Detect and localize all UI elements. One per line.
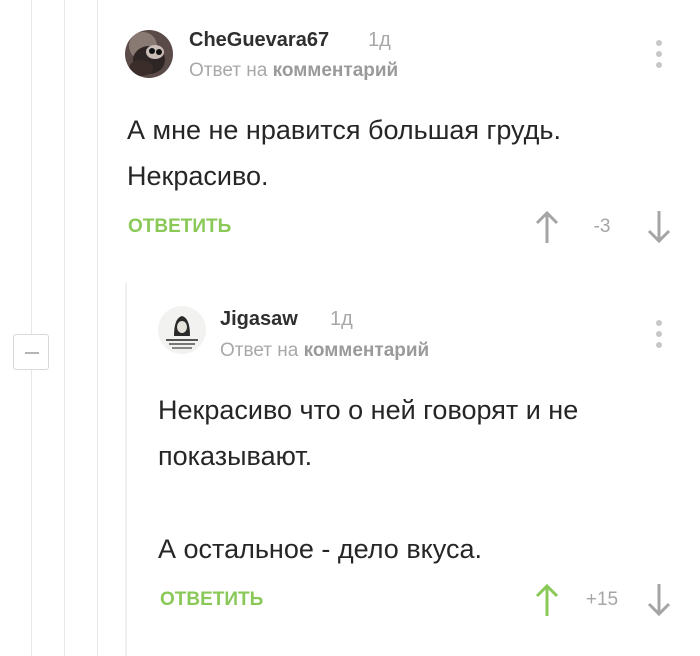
comment-text-line: Некрасиво что о ней говорят и не [158,395,579,425]
collapse-branch-button[interactable] [13,334,49,370]
more-options-icon[interactable] [649,37,669,73]
downvote-arrow-icon[interactable] [646,209,672,245]
comment-rating: -3 [593,216,611,237]
comment-text-line: Некрасиво. [127,161,269,191]
reply-prefix: Ответ на [220,340,299,361]
comment-author[interactable]: Jigasaw [220,308,298,331]
reply-target-link[interactable]: комментарий [304,340,430,361]
upvote-arrow-icon[interactable] [534,209,560,245]
upvote-arrow-icon[interactable] [534,582,560,618]
thread-line-outer [31,0,32,656]
comment-text-line: А остальное - дело вкуса. [158,534,482,564]
reply-button[interactable]: ОТВЕТИТЬ [160,589,263,611]
comment-author[interactable]: CheGuevara67 [189,29,329,52]
more-options-icon[interactable] [649,317,669,353]
comment-text-line: А мне не нравится большая грудь. [127,115,561,145]
reply-to-line: Ответ на комментарий [189,60,398,82]
reply-prefix: Ответ на [189,60,268,81]
comment-rating: +15 [585,589,619,610]
reply-button[interactable]: ОТВЕТИТЬ [128,216,231,238]
comment-time: 1д [368,29,391,51]
engraving-avatar[interactable] [158,306,206,354]
thread-line-inner [64,0,65,656]
downvote-arrow-icon[interactable] [646,582,672,618]
comment-text-line: показывают. [158,441,313,471]
reply-branch-line [125,283,127,656]
comment-time: 1д [330,308,353,330]
thread-line-branch [97,0,98,656]
reply-to-line: Ответ на комментарий [220,340,429,362]
minus-icon [25,352,39,354]
reply-target-link[interactable]: комментарий [273,60,399,81]
raccoon-avatar[interactable] [125,30,173,78]
